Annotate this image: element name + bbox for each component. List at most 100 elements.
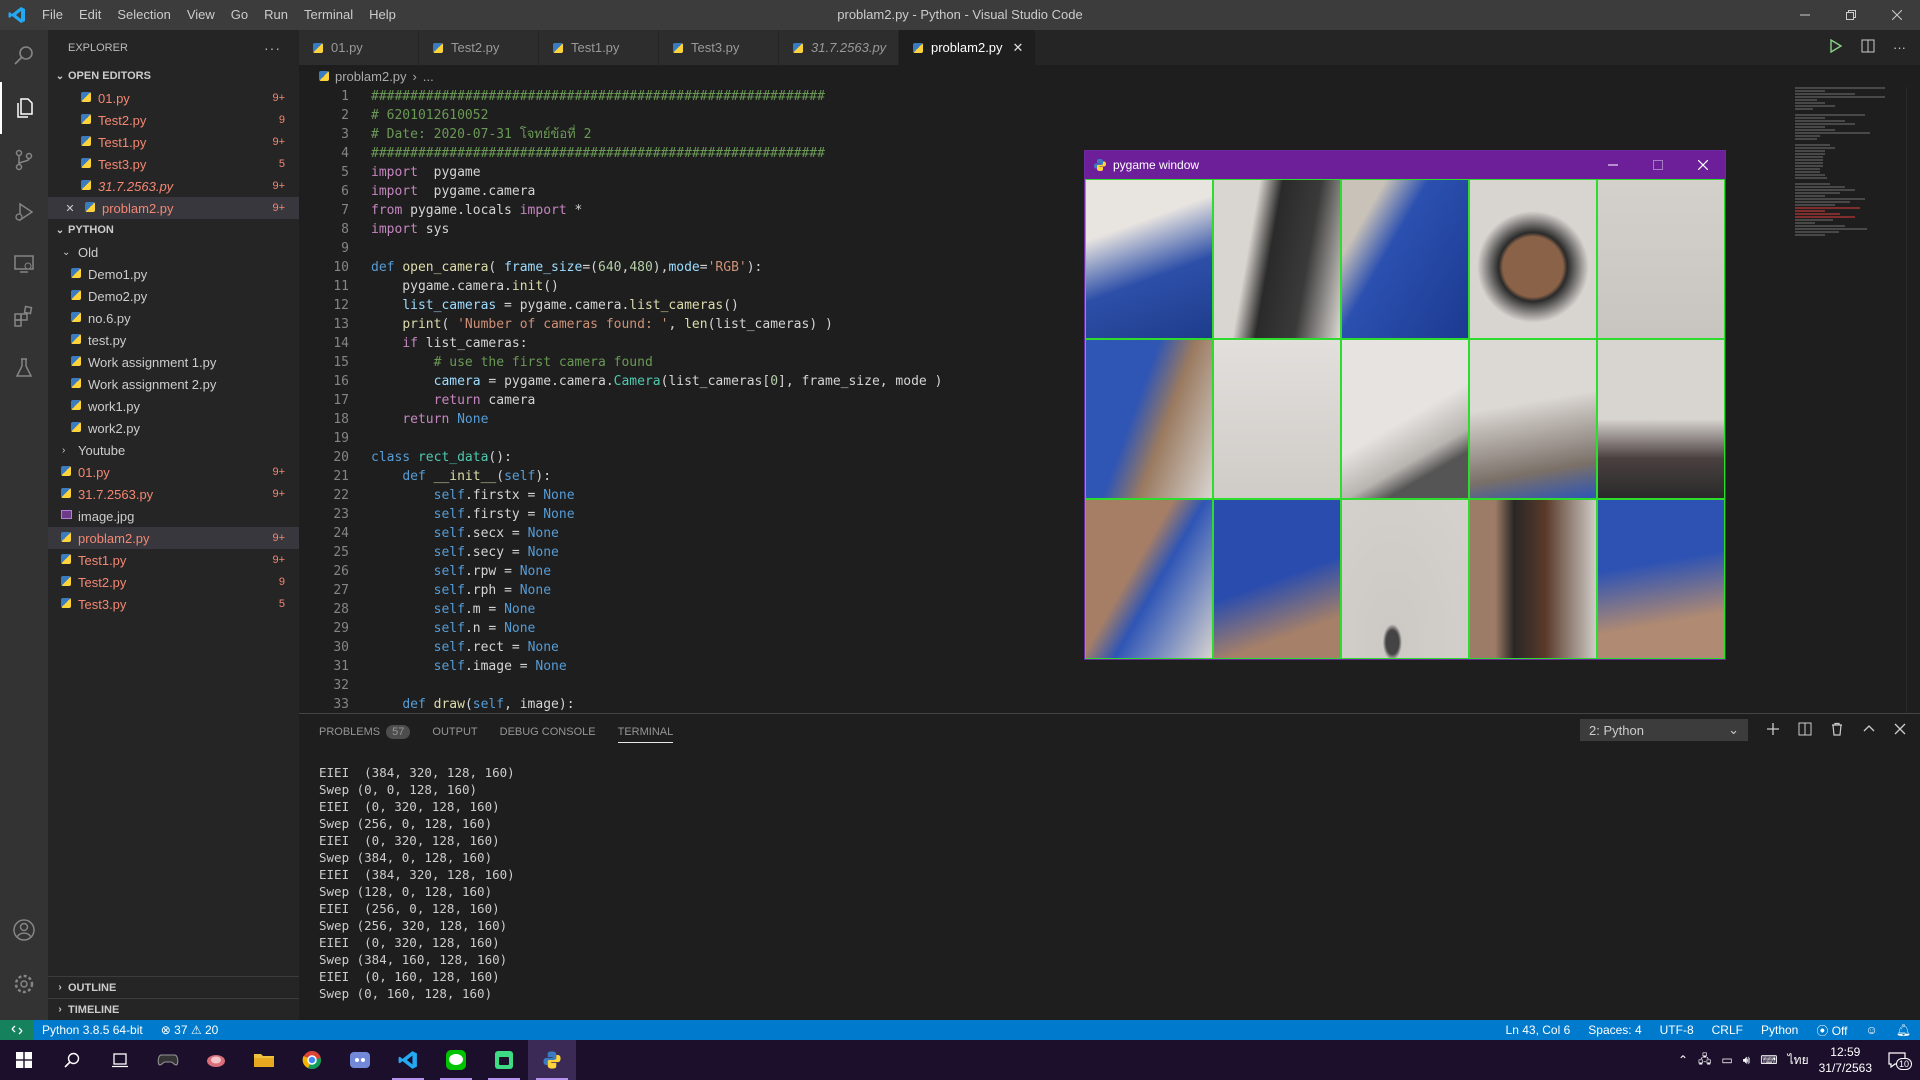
search-icon[interactable] (48, 1040, 96, 1080)
account-icon[interactable] (0, 904, 48, 956)
open-editor-item[interactable]: Test3.py 5 (48, 153, 299, 175)
source-control-icon[interactable] (0, 134, 48, 186)
more-actions-icon[interactable]: ··· (264, 40, 281, 56)
volume-icon[interactable]: 🔊︎ (1743, 1053, 1751, 1068)
file-item[interactable]: image.jpg (48, 505, 299, 527)
tab-Test1-py[interactable]: Test1.py (539, 30, 659, 65)
file-item[interactable]: 31.7.2563.py 9+ (48, 483, 299, 505)
tab-31-7-2563-py[interactable]: 31.7.2563.py (779, 30, 899, 65)
puzzle-tile[interactable] (1469, 339, 1597, 499)
menu-help[interactable]: Help (361, 0, 404, 30)
file-item[interactable]: test.py (48, 329, 299, 351)
tab-Test2-py[interactable]: Test2.py (419, 30, 539, 65)
panel-tab-terminal[interactable]: TERMINAL (617, 726, 674, 743)
open-editor-item[interactable]: ✕ problam2.py 9+ (48, 197, 299, 219)
trash-icon[interactable] (1830, 722, 1844, 739)
file-item[interactable]: Demo1.py (48, 263, 299, 285)
folder-youtube[interactable]: › Youtube (48, 439, 299, 461)
tab-01-py[interactable]: 01.py (299, 30, 419, 65)
notification-center-icon[interactable]: 10 (1882, 1052, 1912, 1070)
discord-icon[interactable] (336, 1040, 384, 1080)
search-icon[interactable] (0, 30, 48, 82)
puzzle-tile[interactable] (1085, 179, 1213, 339)
open-editors-section[interactable]: ⌄ OPEN EDITORS (48, 65, 299, 87)
split-terminal-icon[interactable] (1798, 722, 1812, 739)
breadcrumb-symbol[interactable]: ... (423, 69, 434, 84)
tab-problam2-py[interactable]: problam2.py ✕ (899, 30, 1037, 65)
language-mode[interactable]: Python (1752, 1023, 1807, 1037)
file-item[interactable]: Test2.py 9 (48, 571, 299, 593)
minimap[interactable] (1795, 87, 1905, 387)
puzzle-tile[interactable] (1469, 179, 1597, 339)
restore-icon[interactable] (1828, 0, 1874, 30)
file-item[interactable]: no.6.py (48, 307, 299, 329)
file-item[interactable]: Work assignment 1.py (48, 351, 299, 373)
puzzle-tile[interactable] (1341, 499, 1469, 659)
terminal-output[interactable]: EIEI (384, 320, 128, 160) Swep (0, 0, 128… (299, 750, 1920, 1002)
puzzle-tile[interactable] (1341, 179, 1469, 339)
puzzle-tile[interactable] (1597, 499, 1725, 659)
menu-file[interactable]: File (34, 0, 71, 30)
breadcrumb-file[interactable]: problam2.py (335, 69, 407, 84)
chrome-icon[interactable] (288, 1040, 336, 1080)
pygame-title-bar[interactable]: pygame window (1085, 151, 1725, 179)
file-item[interactable]: Test1.py 9+ (48, 549, 299, 571)
vscode-taskbar-icon[interactable] (384, 1040, 432, 1080)
menu-view[interactable]: View (179, 0, 223, 30)
puzzle-tile[interactable] (1597, 339, 1725, 499)
maximize-icon[interactable] (1635, 151, 1680, 179)
battery-icon[interactable]: ▭ (1721, 1053, 1732, 1067)
run-file-icon[interactable] (1829, 38, 1843, 56)
maximize-panel-icon[interactable] (1862, 722, 1876, 739)
panel-tab-debug-console[interactable]: DEBUG CONSOLE (500, 726, 596, 738)
menu-run[interactable]: Run (256, 0, 296, 30)
puzzle-tile[interactable] (1085, 499, 1213, 659)
live-share[interactable]: ⦿ Off (1807, 1022, 1856, 1039)
open-editor-item[interactable]: Test2.py 9 (48, 109, 299, 131)
remote-explorer-icon[interactable] (0, 238, 48, 290)
puzzle-tile[interactable] (1213, 499, 1341, 659)
puzzle-tile[interactable] (1213, 339, 1341, 499)
open-editor-item[interactable]: 31.7.2563.py 9+ (48, 175, 299, 197)
close-icon[interactable] (1874, 0, 1920, 30)
file-explorer-icon[interactable] (240, 1040, 288, 1080)
menu-terminal[interactable]: Terminal (296, 0, 361, 30)
open-editor-item[interactable]: 01.py 9+ (48, 87, 299, 109)
file-item[interactable]: Demo2.py (48, 285, 299, 307)
panel-tab-problems[interactable]: PROBLEMS 57 (319, 725, 411, 739)
puzzle-tile[interactable] (1341, 339, 1469, 499)
puzzle-tile[interactable] (1085, 339, 1213, 499)
line-app-icon[interactable] (432, 1040, 480, 1080)
close-icon[interactable]: ✕ (62, 202, 78, 215)
file-item[interactable]: Work assignment 2.py (48, 373, 299, 395)
file-item[interactable]: work2.py (48, 417, 299, 439)
clock[interactable]: 12:59 31/7/2563 (1819, 1044, 1872, 1076)
file-item[interactable]: 01.py 9+ (48, 461, 299, 483)
puzzle-tile[interactable] (1213, 179, 1341, 339)
android-studio-icon[interactable] (480, 1040, 528, 1080)
menu-selection[interactable]: Selection (109, 0, 178, 30)
puzzle-tile[interactable] (1597, 179, 1725, 339)
explorer-icon[interactable] (0, 82, 48, 134)
open-editor-item[interactable]: Test1.py 9+ (48, 131, 299, 153)
menu-edit[interactable]: Edit (71, 0, 109, 30)
menu-go[interactable]: Go (223, 0, 256, 30)
network-icon[interactable]: 🖧︎ (1698, 1050, 1711, 1071)
terminal-selector[interactable]: 2: Python ⌄ (1580, 719, 1748, 741)
puzzle-grid[interactable] (1085, 179, 1725, 659)
folder-old[interactable]: ⌄ Old (48, 241, 299, 263)
file-item[interactable]: Test3.py 5 (48, 593, 299, 615)
remote-icon[interactable] (0, 1020, 33, 1040)
python-interpreter[interactable]: Python 3.8.5 64-bit (33, 1023, 152, 1037)
file-item[interactable]: problam2.py 9+ (48, 527, 299, 549)
panel-tab-output[interactable]: OUTPUT (432, 726, 477, 738)
encoding[interactable]: UTF-8 (1651, 1023, 1703, 1037)
close-panel-icon[interactable] (1894, 723, 1906, 738)
tab-Test3-py[interactable]: Test3.py (659, 30, 779, 65)
feedback-icon[interactable]: ☺ (1857, 1023, 1887, 1037)
outline-section[interactable]: › OUTLINE (48, 976, 299, 998)
input-language[interactable]: ไทย (1788, 1051, 1809, 1070)
timeline-section[interactable]: › TIMELINE (48, 998, 299, 1020)
more-actions-icon[interactable]: ··· (1893, 40, 1906, 55)
notifications-bell-icon[interactable]: 🔔︎ (1887, 1023, 1920, 1037)
